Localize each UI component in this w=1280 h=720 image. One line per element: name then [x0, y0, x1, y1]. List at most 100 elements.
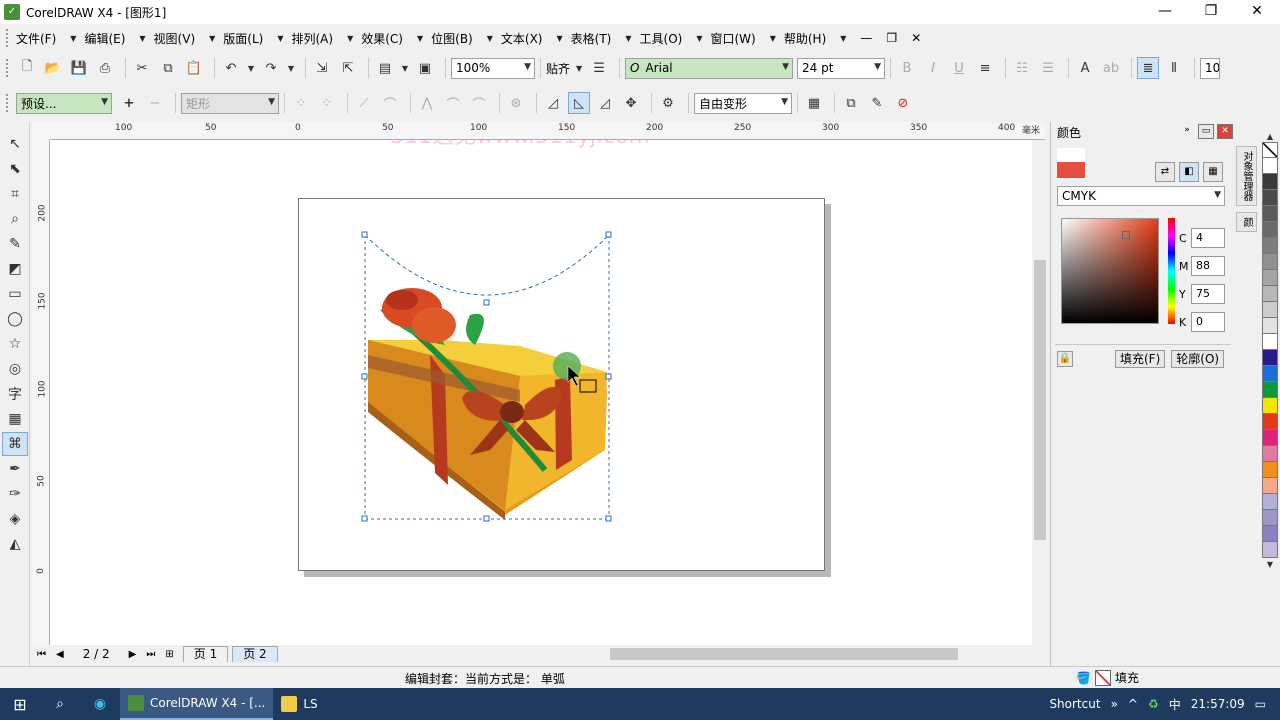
minimize-docker-icon[interactable]: ▭	[1198, 124, 1214, 139]
notification-icon[interactable]: ▭	[1255, 697, 1266, 711]
add-preset-icon[interactable]: +	[118, 92, 140, 114]
drawing-canvas[interactable]: 511遇见www.511yj.com	[50, 140, 1032, 645]
palette-swatch[interactable]	[1262, 350, 1278, 366]
application-launcher-icon[interactable]: ▤	[374, 57, 396, 79]
menu-table[interactable]: 表格(T) ▼	[571, 30, 632, 47]
chevron-down-icon[interactable]: ▼	[246, 57, 256, 79]
menu-layout[interactable]: 版面(L) ▼	[223, 30, 283, 47]
color-picker-marker[interactable]	[1122, 231, 1130, 239]
hue-slider[interactable]	[1168, 218, 1175, 324]
palette-swatch[interactable]	[1262, 254, 1278, 270]
palette-scroll-down-icon[interactable]: ▼	[1261, 558, 1279, 570]
yellow-field[interactable]: 75	[1191, 284, 1225, 304]
palette-swatch[interactable]	[1262, 398, 1278, 414]
envelope-tool-icon[interactable]: ⌘	[2, 432, 28, 456]
undo-icon[interactable]: ↶	[220, 57, 242, 79]
envelope-single-arc-icon[interactable]: ◺	[568, 92, 590, 114]
options-icon[interactable]: ☰	[588, 57, 610, 79]
input-method-indicator[interactable]: 中	[1169, 696, 1181, 713]
page-tab-2[interactable]: 页 2	[232, 646, 278, 662]
minimize-button[interactable]: —	[1142, 0, 1188, 24]
menu-text[interactable]: 文本(X) ▼	[501, 30, 563, 47]
copy-icon[interactable]: ⧉	[157, 57, 179, 79]
palette-swatch[interactable]	[1262, 542, 1278, 558]
close-button[interactable]: ✕	[1234, 0, 1280, 24]
font-size-select[interactable]: 24 pt ▼	[797, 57, 886, 79]
menu-edit[interactable]: 编辑(E) ▼	[84, 30, 145, 47]
shortcut-label[interactable]: Shortcut	[1049, 697, 1100, 711]
cyan-field[interactable]: 4	[1191, 228, 1225, 248]
palette-swatch[interactable]	[1262, 174, 1278, 190]
cut-icon[interactable]: ✂	[131, 57, 153, 79]
doc-close-button[interactable]: ✕	[911, 31, 921, 45]
open-folder-icon[interactable]: 📂	[42, 57, 64, 79]
underline-icon[interactable]: U	[948, 57, 970, 79]
eyedropper-tool-icon[interactable]: ✒	[2, 457, 28, 481]
to-line-icon[interactable]: ⟋	[353, 92, 375, 114]
freehand-tool-icon[interactable]: ✎	[2, 232, 28, 256]
last-page-icon[interactable]: ⏭	[146, 649, 155, 660]
delete-node-icon[interactable]: ⁘	[316, 92, 338, 114]
export-icon[interactable]: ⇱	[337, 57, 359, 79]
edit-text-icon[interactable]: ab	[1100, 57, 1122, 79]
zoom-level-select[interactable]: 100% ▼	[451, 57, 535, 79]
tab-color[interactable]: 颜	[1236, 212, 1257, 232]
clear-envelope-icon[interactable]: ⊘	[892, 92, 914, 114]
palette-swatch[interactable]	[1262, 510, 1278, 526]
horizontal-ruler[interactable]: 100 50 0 50 100 150 200 250 300 350 400 …	[50, 122, 1045, 140]
fill-tool-icon[interactable]: ◈	[2, 507, 28, 531]
pick-tool-icon[interactable]: ↖	[2, 132, 28, 156]
envelope-reset-icon[interactable]: ⊛	[505, 92, 527, 114]
print-icon[interactable]: ⎙	[94, 57, 116, 79]
interactive-fill-tool-icon[interactable]: ◭	[2, 532, 28, 556]
font-family-select[interactable]: O Arial ▼	[625, 57, 794, 79]
ellipse-tool-icon[interactable]: ◯	[2, 307, 28, 331]
palette-swatch[interactable]	[1262, 526, 1278, 542]
drop-cap-icon[interactable]: ☰	[1037, 57, 1059, 79]
chevron-down-icon[interactable]: ▼	[400, 57, 410, 79]
toolbar-grip[interactable]	[6, 29, 10, 47]
edge-browser-icon[interactable]: ◉	[80, 688, 120, 720]
rectangle-tool-icon[interactable]: ▭	[2, 282, 28, 306]
palette-swatch[interactable]	[1262, 302, 1278, 318]
collapse-docker-icon[interactable]: »	[1179, 124, 1195, 139]
eyedropper-icon[interactable]: ✎	[866, 92, 888, 114]
close-docker-icon[interactable]: ✕	[1217, 124, 1233, 139]
menu-help[interactable]: 帮助(H) ▼	[784, 30, 847, 47]
save-icon[interactable]: 💾	[68, 57, 90, 79]
menu-bitmaps[interactable]: 位图(B) ▼	[431, 30, 493, 47]
taskbar-app-ls[interactable]: LS	[273, 688, 325, 720]
menu-arrange[interactable]: 排列(A) ▼	[292, 30, 354, 47]
color-model-select[interactable]: CMYK ▼	[1057, 186, 1225, 206]
menu-view[interactable]: 视图(V) ▼	[154, 30, 216, 47]
remove-preset-icon[interactable]: −	[144, 92, 166, 114]
add-page-icon[interactable]: ⊞	[165, 649, 173, 660]
keep-lines-icon[interactable]: ▦	[803, 92, 825, 114]
outline-tool-icon[interactable]: ✑	[2, 482, 28, 506]
import-icon[interactable]: ⇲	[311, 57, 333, 79]
ruler-origin[interactable]	[32, 122, 50, 140]
crop-tool-icon[interactable]: ⌗	[2, 182, 28, 206]
preset-select[interactable]: 预设... ▼	[16, 92, 112, 114]
shape-tool-icon[interactable]: ⬉	[2, 157, 28, 181]
text-align-icon[interactable]: ≡	[974, 57, 996, 79]
prev-page-icon[interactable]: ◀	[56, 649, 64, 660]
cusp-node-icon[interactable]: ⋀	[416, 92, 438, 114]
fill-none-swatch[interactable]	[1094, 669, 1111, 686]
add-node-icon[interactable]: ⁘	[290, 92, 312, 114]
no-color-swatch[interactable]	[1262, 142, 1278, 158]
to-curve-icon[interactable]: ⌒	[379, 92, 401, 114]
bold-icon[interactable]: B	[896, 57, 918, 79]
table-tool-icon[interactable]: ▦	[2, 407, 28, 431]
doc-minimize-button[interactable]: —	[860, 31, 872, 45]
zoom-tool-icon[interactable]: ⌕	[2, 207, 28, 231]
polygon-tool-icon[interactable]: ☆	[2, 332, 28, 356]
palette-swatch[interactable]	[1262, 478, 1278, 494]
tab-object-manager[interactable]: 对象管理器	[1236, 146, 1257, 206]
palette-swatch[interactable]	[1262, 318, 1278, 334]
search-icon[interactable]: ⌕	[40, 688, 80, 720]
overflow-combo[interactable]: 100	[1200, 57, 1221, 79]
selection-mode-select[interactable]: 矩形 ▼	[181, 92, 279, 114]
restore-button[interactable]: ❐	[1188, 0, 1234, 24]
chevron-down-icon[interactable]: ▼	[286, 57, 296, 79]
